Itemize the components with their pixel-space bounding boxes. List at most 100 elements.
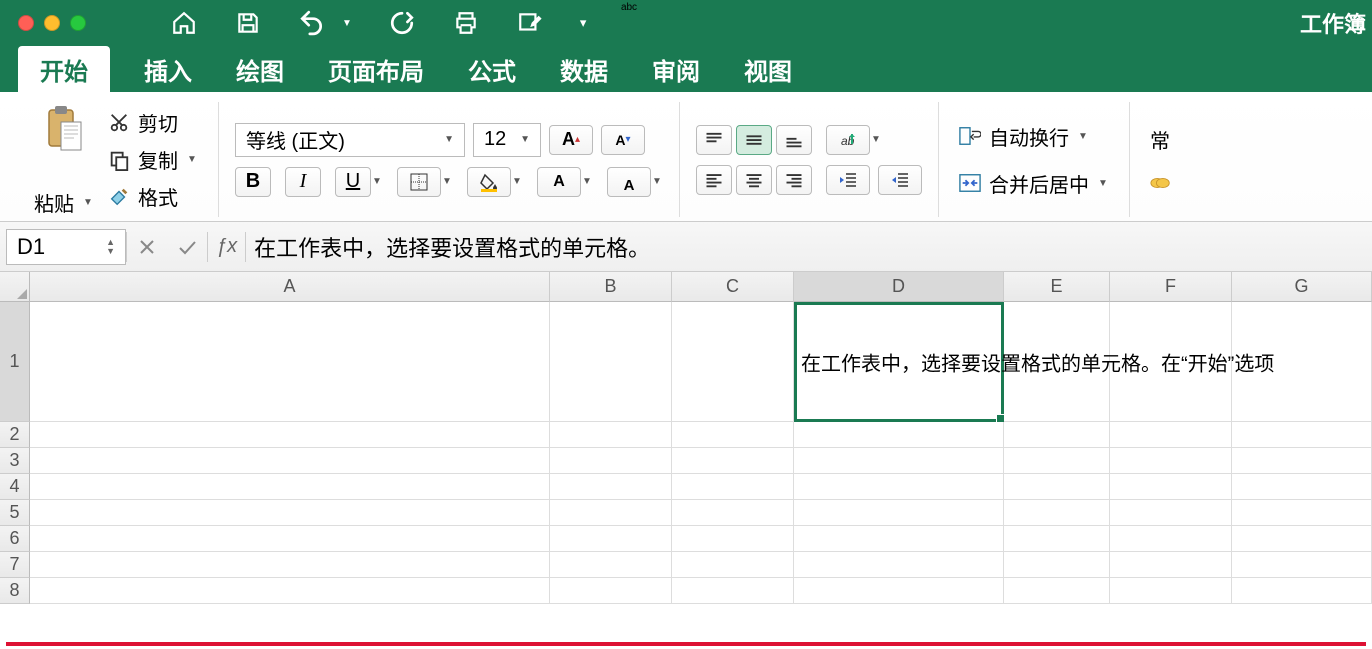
cell[interactable] [794,500,1004,526]
font-size-select[interactable]: 12▼ [473,123,541,157]
cell[interactable] [672,578,794,604]
cell[interactable] [30,422,550,448]
cell[interactable] [1110,500,1232,526]
row-header[interactable]: 8 [0,578,30,604]
cell[interactable] [550,552,672,578]
column-header[interactable]: B [550,272,672,302]
cell[interactable] [1110,474,1232,500]
copy-button[interactable]: 复制▼ [104,143,202,176]
tab-insert[interactable]: 插入 [122,46,214,92]
column-header[interactable]: A [30,272,550,302]
cell[interactable] [550,448,672,474]
cell[interactable] [30,474,550,500]
row-header[interactable]: 1 [0,302,30,422]
cell[interactable] [1110,448,1232,474]
font-color-button[interactable]: A [537,167,581,197]
cell[interactable] [550,500,672,526]
cell[interactable] [794,474,1004,500]
cell[interactable] [550,526,672,552]
cut-button[interactable]: 剪切 [104,106,202,139]
cell[interactable] [794,448,1004,474]
cell[interactable] [1110,578,1232,604]
underline-dropdown[interactable]: ▼ [371,176,383,187]
row-header[interactable]: 7 [0,552,30,578]
tab-formulas[interactable]: 公式 [446,46,538,92]
tab-review[interactable]: 审阅 [630,46,722,92]
cell[interactable] [1232,578,1372,604]
cell[interactable] [30,526,550,552]
cell-selected[interactable]: 在工作表中，选择要设置格式的单元格。在“开始”选项 [794,302,1004,422]
align-left-button[interactable] [696,165,732,195]
fill-color-dropdown[interactable]: ▼ [511,176,523,187]
cell[interactable] [794,578,1004,604]
cell[interactable] [1110,526,1232,552]
align-right-button[interactable] [776,165,812,195]
phonetic-button[interactable]: abcA [607,167,651,197]
paste-button[interactable] [41,102,87,159]
fx-label[interactable]: ƒx [208,235,245,258]
cell[interactable] [1004,448,1110,474]
orientation-dropdown[interactable]: ▼ [870,134,882,145]
cell[interactable] [30,552,550,578]
cell[interactable] [794,422,1004,448]
cell[interactable] [794,526,1004,552]
column-header[interactable]: E [1004,272,1110,302]
italic-button[interactable]: I [285,167,321,197]
align-middle-button[interactable] [736,125,772,155]
column-header[interactable]: C [672,272,794,302]
tab-draw[interactable]: 绘图 [214,46,306,92]
name-box[interactable]: D1▲▼ [6,229,126,265]
cell[interactable] [672,422,794,448]
cell[interactable] [672,474,794,500]
wrap-text-button[interactable]: 自动换行▼ [955,120,1113,153]
confirm-icon[interactable] [167,237,207,257]
cell[interactable] [672,302,794,422]
borders-dropdown[interactable]: ▼ [441,176,453,187]
minimize-window-button[interactable] [44,15,60,31]
cell[interactable] [1110,552,1232,578]
tab-page-layout[interactable]: 页面布局 [306,46,446,92]
cell[interactable] [550,578,672,604]
cell[interactable] [1004,422,1110,448]
home-icon[interactable] [170,9,198,37]
cell[interactable] [794,552,1004,578]
cell[interactable] [30,500,550,526]
undo-dropdown-icon[interactable]: ▼ [342,18,352,29]
bold-button[interactable]: B [235,167,271,197]
cell[interactable] [672,448,794,474]
cell[interactable] [30,302,550,422]
print-icon[interactable] [452,9,480,37]
cell[interactable] [1232,448,1372,474]
cell[interactable] [1232,422,1372,448]
cell[interactable] [1004,578,1110,604]
format-painter-button[interactable]: 格式 [104,180,202,213]
paste-dropdown[interactable]: 粘贴▼ [34,188,94,217]
align-bottom-button[interactable] [776,125,812,155]
cell[interactable] [1110,422,1232,448]
cell[interactable] [550,474,672,500]
font-name-select[interactable]: 等线 (正文)▼ [235,123,465,157]
cell[interactable] [1004,500,1110,526]
cell[interactable] [672,552,794,578]
select-all-corner[interactable] [0,272,30,302]
number-format-select[interactable]: 常 [1146,123,1176,156]
cell[interactable] [1232,552,1372,578]
cell[interactable] [30,578,550,604]
cell[interactable] [1232,500,1372,526]
increase-font-button[interactable]: A▴ [549,125,593,155]
close-window-button[interactable] [18,15,34,31]
customize-qat-dropdown[interactable]: ▾ [580,15,587,31]
cell[interactable] [30,448,550,474]
redo-icon[interactable] [388,9,416,37]
edit-icon[interactable] [516,9,544,37]
decrease-indent-button[interactable] [826,165,870,195]
tab-data[interactable]: 数据 [538,46,630,92]
cell[interactable] [550,422,672,448]
undo-icon[interactable] [298,9,326,37]
underline-button[interactable]: U [335,167,371,197]
column-header[interactable]: D [794,272,1004,302]
tab-home[interactable]: 开始 [18,46,110,92]
cell[interactable] [1232,526,1372,552]
increase-indent-button[interactable] [878,165,922,195]
row-header[interactable]: 2 [0,422,30,448]
